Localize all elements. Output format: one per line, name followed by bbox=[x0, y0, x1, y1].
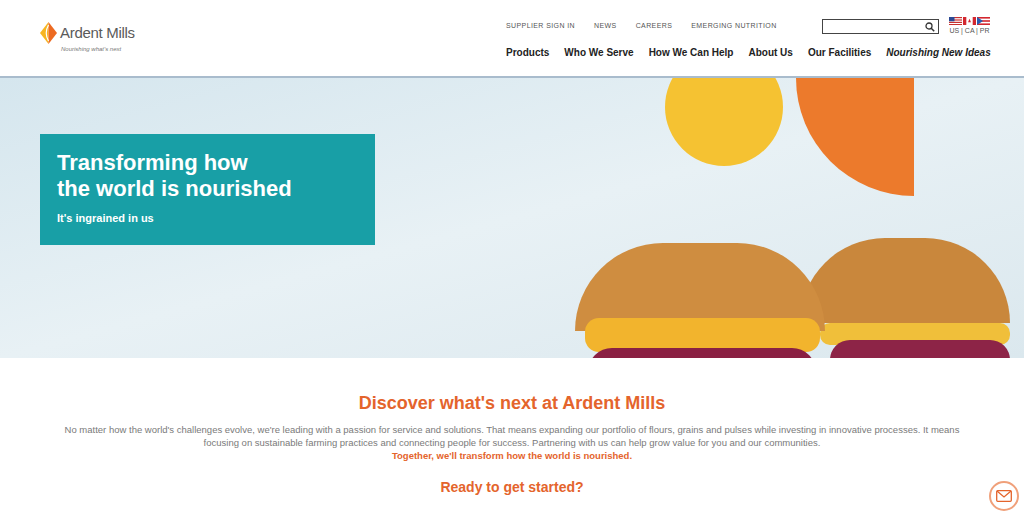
main-nav: Products Who We Serve How We Can Help About… bbox=[506, 46, 990, 60]
header-right: SUPPLIER SIGN IN NEWS CAREERS EMERGING NUTR… bbox=[506, 0, 990, 76]
utility-bar: SUPPLIER SIGN IN NEWS CAREERS EMERGING NUTR… bbox=[506, 14, 990, 38]
search-icon bbox=[925, 22, 935, 32]
main-nav-item[interactable]: Who We Serve bbox=[564, 46, 633, 60]
main-nav-item[interactable]: Nourishing New Ideas bbox=[886, 46, 990, 60]
main-nav-item[interactable]: Our Facilities bbox=[808, 46, 871, 60]
site-header: Ardent Mills Nourishing what's next SUPPLI… bbox=[0, 0, 1024, 78]
back-bun-top bbox=[800, 238, 1010, 323]
intro-body: No matter how the world's challenges evo… bbox=[54, 423, 970, 449]
hero-banner: Transforming howthe world is nourished It… bbox=[0, 78, 1024, 358]
yellow-circle bbox=[665, 78, 783, 166]
utility-nav: SUPPLIER SIGN IN NEWS CAREERS EMERGING NUTR… bbox=[506, 21, 777, 31]
utility-link[interactable]: CAREERS bbox=[636, 21, 673, 31]
hero-card: Transforming howthe world is nourished It… bbox=[40, 134, 375, 245]
pr-flag-icon bbox=[977, 17, 990, 25]
hero-title: Transforming howthe world is nourished bbox=[57, 150, 358, 202]
contact-button[interactable] bbox=[989, 481, 1019, 511]
utility-link[interactable]: NEWS bbox=[594, 21, 617, 31]
logo-name: Ardent Mills bbox=[60, 23, 135, 43]
logo-icon bbox=[40, 22, 57, 44]
back-patty bbox=[830, 340, 1010, 358]
logo-tagline: Nourishing what's next bbox=[40, 45, 240, 53]
front-sauce bbox=[585, 318, 820, 352]
search-input[interactable] bbox=[823, 28, 938, 41]
ca-flag-icon bbox=[963, 17, 976, 25]
mail-icon bbox=[996, 490, 1012, 502]
search-box bbox=[822, 19, 939, 34]
hero-subtitle: It's ingrained in us bbox=[57, 211, 358, 225]
hero-title-line: Transforming how bbox=[57, 150, 358, 176]
intro-section: Discover what's next at Ardent Mills No m… bbox=[0, 358, 1024, 496]
intro-tagline: Together, we'll transform how the world … bbox=[392, 449, 632, 462]
front-patty bbox=[588, 348, 816, 358]
locale-label: US | CA | PR bbox=[949, 26, 989, 35]
logo-row: Ardent Mills bbox=[40, 22, 240, 44]
logo[interactable]: Ardent Mills Nourishing what's next bbox=[40, 0, 240, 76]
cta-heading: Ready to get started? bbox=[440, 478, 583, 496]
us-flag-icon bbox=[949, 17, 962, 25]
orange-wedge bbox=[796, 78, 914, 196]
flags bbox=[949, 17, 990, 25]
utility-link[interactable]: EMERGING NUTRITION bbox=[691, 21, 776, 31]
locale-switcher[interactable]: US | CA | PR bbox=[949, 17, 990, 35]
hero-title-line: the world is nourished bbox=[57, 176, 358, 202]
main-nav-item[interactable]: About Us bbox=[748, 46, 792, 60]
utility-link[interactable]: SUPPLIER SIGN IN bbox=[506, 21, 575, 31]
main-nav-item[interactable]: How We Can Help bbox=[649, 46, 734, 60]
main-nav-item[interactable]: Products bbox=[506, 46, 549, 60]
intro-heading: Discover what's next at Ardent Mills bbox=[359, 392, 666, 414]
